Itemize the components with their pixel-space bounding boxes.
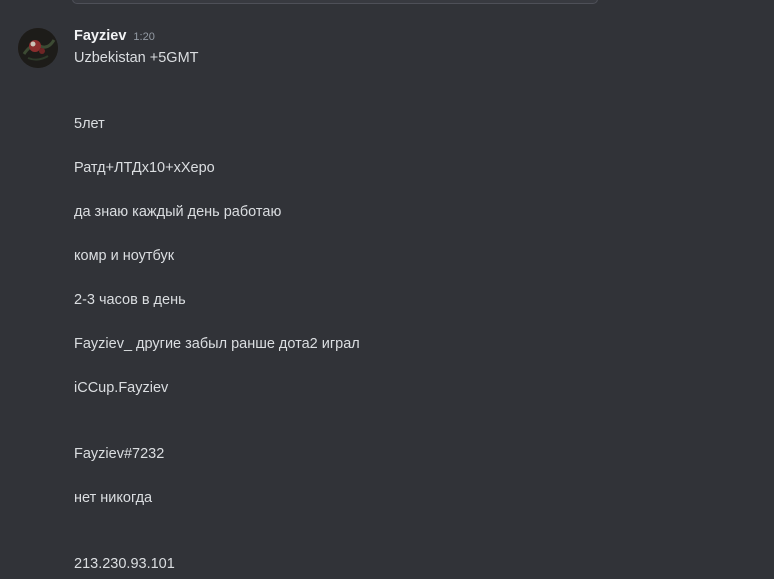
message-line: нет никогда [74, 490, 153, 506]
message-line: Fayziev_ другие забыл ранше дота2 играл [74, 336, 360, 352]
message-line: комр и ноутбук [74, 248, 175, 264]
avatar[interactable] [18, 28, 58, 68]
message-line: 2-3 часов в день [74, 292, 186, 308]
message-header: Fayziev 1:20 [74, 28, 155, 48]
message-line: 213.230.93.101 [74, 556, 175, 572]
message-author[interactable]: Fayziev [74, 28, 126, 44]
message-line: 5лет [74, 116, 105, 132]
chat-message-area: Fayziev 1:20 Uzbekistan +5GMT 5лет Ратд+… [0, 0, 774, 579]
message-line: iCCup.Fayziev [74, 380, 169, 396]
message-line: Ратд+ЛТДх10+хХеро [74, 160, 215, 176]
message-line: да знаю каждый день работаю [74, 204, 282, 220]
message-timestamp[interactable]: 1:20 [133, 31, 154, 43]
avatar-image-icon [18, 28, 58, 68]
message-input-edge[interactable] [72, 0, 598, 4]
message-line: Fayziev#7232 [74, 446, 165, 462]
message-line: Uzbekistan +5GMT [74, 50, 199, 66]
